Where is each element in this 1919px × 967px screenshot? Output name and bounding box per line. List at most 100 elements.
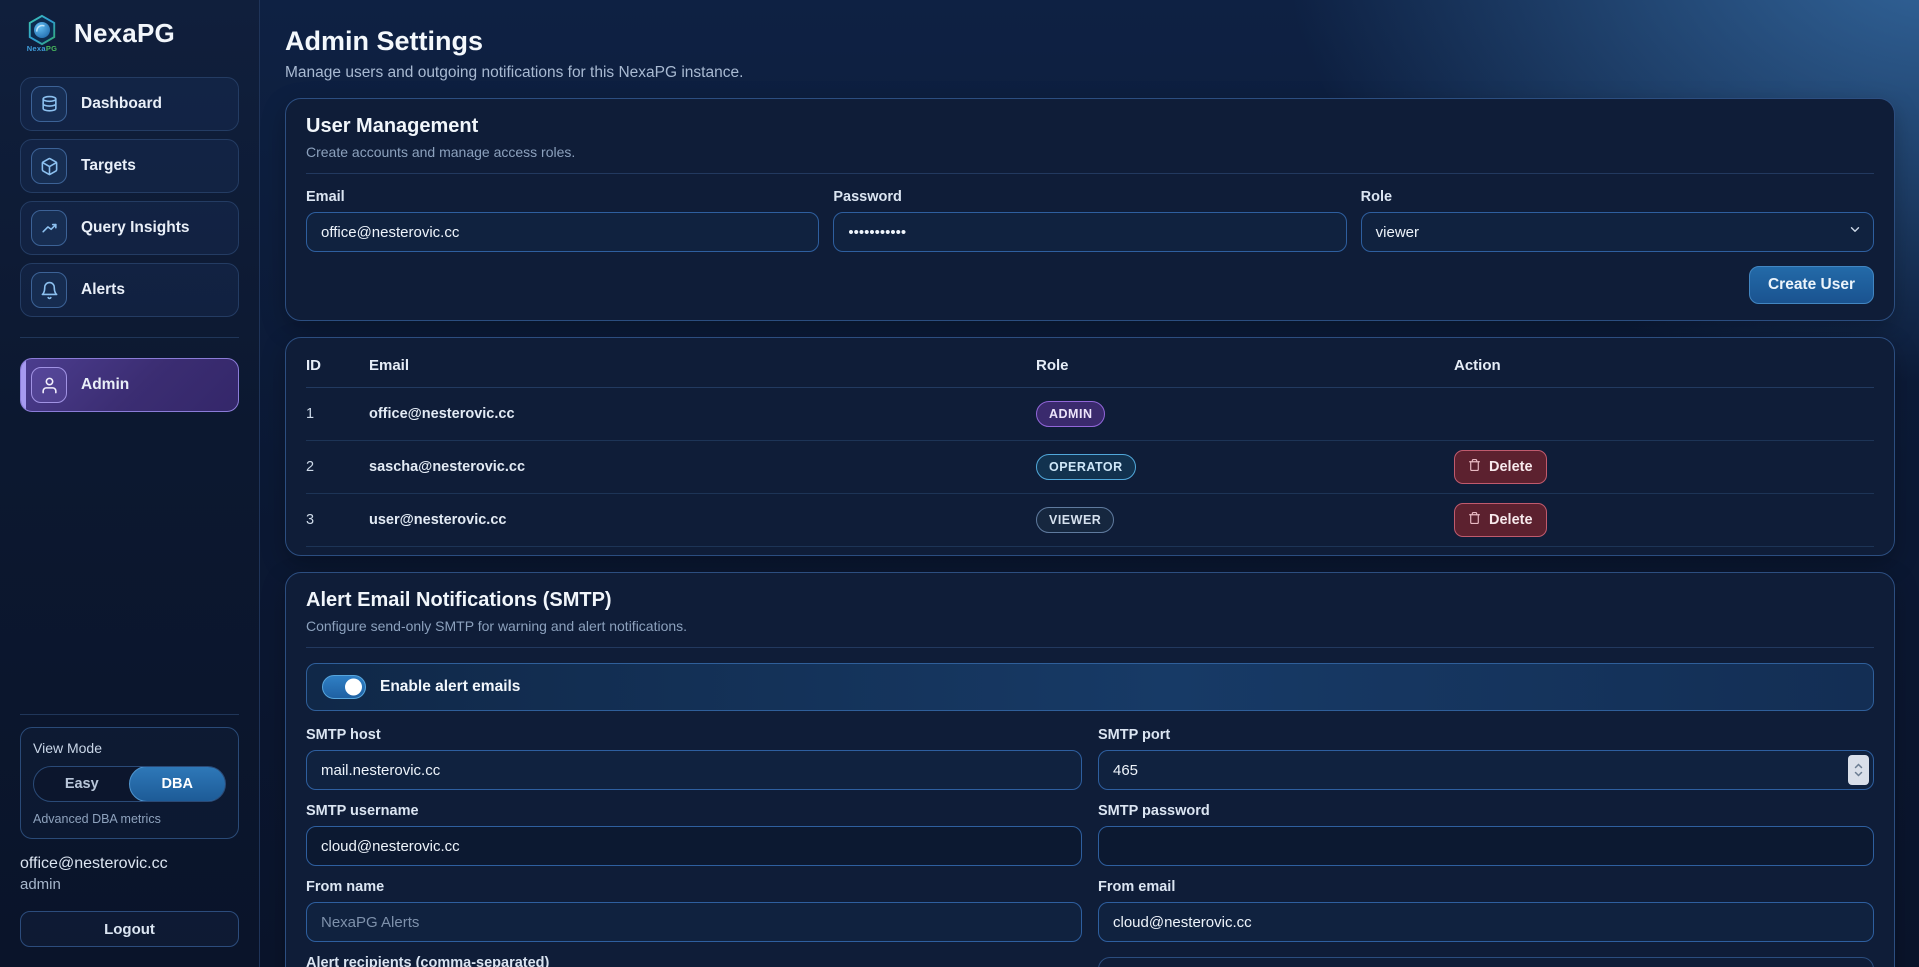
page-title: Admin Settings xyxy=(285,26,1895,57)
col-header-email: Email xyxy=(369,340,1036,388)
current-user-email: office@nesterovic.cc xyxy=(20,855,239,873)
role-select[interactable]: viewer xyxy=(1361,212,1874,252)
logo-row: NexaPG NexaPG xyxy=(20,12,239,65)
view-mode-label: View Mode xyxy=(33,740,226,756)
smtp-host-label: SMTP host xyxy=(306,727,1082,743)
from-email-label: From email xyxy=(1098,879,1874,895)
logo-wordmark: NexaPG xyxy=(27,44,58,53)
sidebar-item-label: Dashboard xyxy=(81,95,162,113)
delete-label: Delete xyxy=(1489,512,1533,528)
from-email-field[interactable] xyxy=(1098,902,1874,942)
app-title: NexaPG xyxy=(74,18,175,49)
table-row: 1 office@nesterovic.cc ADMIN xyxy=(306,388,1874,441)
role-selected-value: viewer xyxy=(1376,224,1419,241)
smtp-password-field[interactable] xyxy=(1098,826,1874,866)
password-field[interactable] xyxy=(833,212,1346,252)
role-label: Role xyxy=(1361,189,1874,205)
sidebar-item-targets[interactable]: Targets xyxy=(20,139,239,193)
user-management-subtitle: Create accounts and manage access roles. xyxy=(306,144,1874,160)
view-mode-easy-button[interactable]: Easy xyxy=(34,767,130,801)
sidebar-item-dashboard[interactable]: Dashboard xyxy=(20,77,239,131)
table-row: 2 sascha@nesterovic.cc OPERATOR Delete xyxy=(306,441,1874,494)
divider xyxy=(306,173,1874,174)
delete-user-button[interactable]: Delete xyxy=(1454,450,1547,484)
action-cell xyxy=(1454,388,1874,441)
nexapg-logo-icon: NexaPG xyxy=(20,14,64,53)
enable-alert-emails-toggle[interactable] xyxy=(322,675,366,699)
create-user-button[interactable]: Create User xyxy=(1749,266,1874,304)
email-field-group: Email xyxy=(306,189,819,252)
smtp-port-label: SMTP port xyxy=(1098,727,1874,743)
current-user-role: admin xyxy=(20,876,239,893)
smtp-password-label: SMTP password xyxy=(1098,803,1874,819)
user-icon xyxy=(31,367,67,403)
users-table: ID Email Role Action 1 office@nesterovic… xyxy=(306,340,1874,547)
col-header-id: ID xyxy=(306,340,369,388)
logout-button[interactable]: Logout xyxy=(20,911,239,947)
email-label: Email xyxy=(306,189,819,205)
from-email-group: From email xyxy=(1098,879,1874,942)
create-user-button-row: Create User xyxy=(306,266,1874,304)
user-email: user@nesterovic.cc xyxy=(369,494,1036,547)
trash-icon xyxy=(1468,511,1481,529)
alert-recipients-label: Alert recipients (comma-separated) xyxy=(306,955,1082,967)
smtp-port-group: SMTP port xyxy=(1098,727,1874,790)
chevron-down-icon xyxy=(1848,223,1862,242)
sidebar-nav: Dashboard Targets Query Insights xyxy=(20,77,239,412)
database-icon xyxy=(31,86,67,122)
from-name-group: From name xyxy=(306,879,1082,942)
sidebar-item-query-insights[interactable]: Query Insights xyxy=(20,201,239,255)
main-content: Admin Settings Manage users and outgoing… xyxy=(260,0,1919,967)
sidebar-item-label: Alerts xyxy=(81,281,125,299)
smtp-subtitle: Configure send-only SMTP for warning and… xyxy=(306,618,1874,634)
create-user-form: Email Password Role viewer xyxy=(306,189,1874,252)
user-management-card: User Management Create accounts and mana… xyxy=(285,98,1895,321)
table-row: 3 user@nesterovic.cc VIEWER Delete xyxy=(306,494,1874,547)
view-mode-segmented-control: Easy DBA xyxy=(33,766,226,802)
sidebar-item-label: Admin xyxy=(81,376,129,394)
smtp-host-field[interactable] xyxy=(306,750,1082,790)
trash-icon xyxy=(1468,458,1481,476)
app-window: NexaPG NexaPG Dashboard xyxy=(0,0,1919,967)
smtp-port-field[interactable] xyxy=(1098,750,1874,790)
smtp-form: SMTP host SMTP port SMTP username xyxy=(306,727,1874,967)
starttls-group: Use STARTTLS xyxy=(1098,955,1874,967)
col-header-action: Action xyxy=(1454,340,1874,388)
role-badge-operator: OPERATOR xyxy=(1036,454,1136,480)
smtp-username-field[interactable] xyxy=(306,826,1082,866)
sidebar-item-label: Targets xyxy=(81,157,136,175)
alert-recipients-group: Alert recipients (comma-separated) xyxy=(306,955,1082,967)
role-badge-viewer: VIEWER xyxy=(1036,507,1114,533)
user-management-title: User Management xyxy=(306,115,1874,138)
password-label: Password xyxy=(833,189,1346,205)
page-subtitle: Manage users and outgoing notifications … xyxy=(285,64,1895,82)
delete-label: Delete xyxy=(1489,459,1533,475)
smtp-host-group: SMTP host xyxy=(306,727,1082,790)
table-header-row: ID Email Role Action xyxy=(306,340,1874,388)
view-mode-panel: View Mode Easy DBA Advanced DBA metrics xyxy=(20,727,239,839)
delete-user-button[interactable]: Delete xyxy=(1454,503,1547,537)
bell-icon xyxy=(31,272,67,308)
smtp-password-group: SMTP password xyxy=(1098,803,1874,866)
sidebar-item-admin[interactable]: Admin xyxy=(20,358,239,412)
enable-alert-emails-label: Enable alert emails xyxy=(380,678,520,696)
number-stepper-icon[interactable] xyxy=(1848,755,1869,785)
sidebar-bottom-divider xyxy=(20,714,239,715)
view-mode-dba-button[interactable]: DBA xyxy=(129,766,227,802)
sidebar-divider xyxy=(20,337,239,338)
trend-chart-icon xyxy=(31,210,67,246)
users-table-card: ID Email Role Action 1 office@nesterovic… xyxy=(285,337,1895,556)
role-badge-admin: ADMIN xyxy=(1036,401,1105,427)
user-email: office@nesterovic.cc xyxy=(369,388,1036,441)
sidebar-item-alerts[interactable]: Alerts xyxy=(20,263,239,317)
smtp-username-label: SMTP username xyxy=(306,803,1082,819)
from-name-field[interactable] xyxy=(306,902,1082,942)
smtp-username-group: SMTP username xyxy=(306,803,1082,866)
email-field[interactable] xyxy=(306,212,819,252)
sidebar-item-label: Query Insights xyxy=(81,219,190,237)
user-id: 2 xyxy=(306,441,369,494)
smtp-card: Alert Email Notifications (SMTP) Configu… xyxy=(285,572,1895,967)
user-id: 1 xyxy=(306,388,369,441)
password-field-group: Password xyxy=(833,189,1346,252)
from-name-label: From name xyxy=(306,879,1082,895)
